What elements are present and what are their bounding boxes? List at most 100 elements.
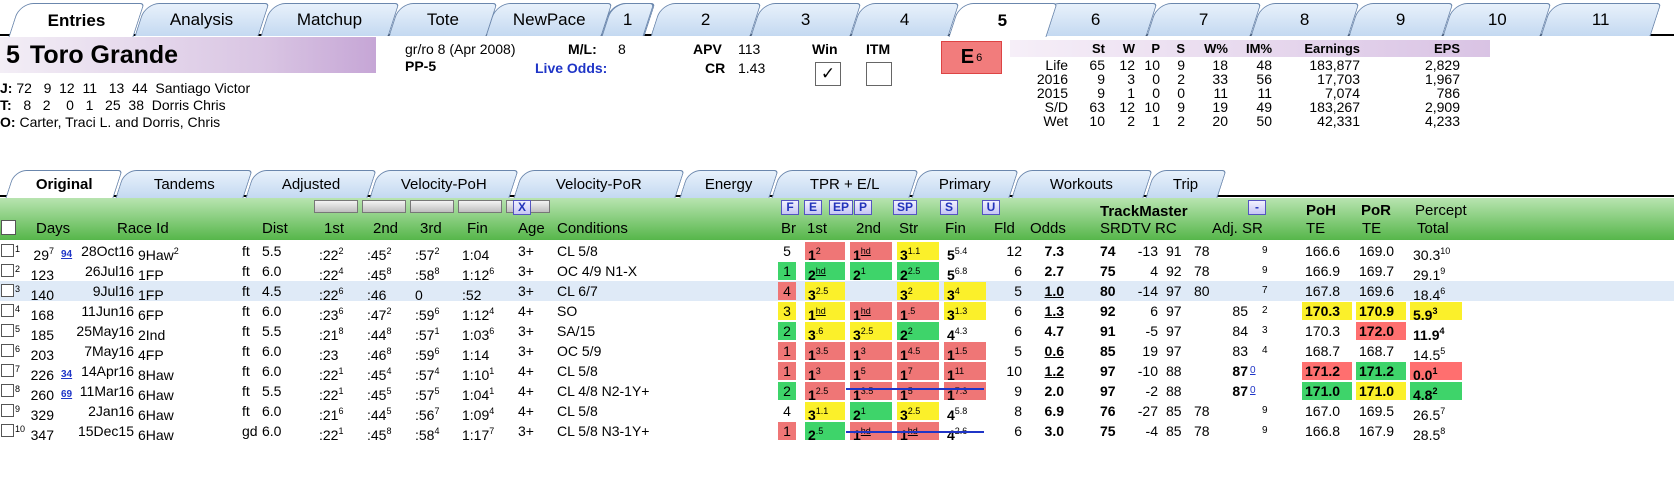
- view-tab-velocity-poh[interactable]: Velocity-PoH: [369, 170, 519, 198]
- column-header-age[interactable]: Age: [518, 220, 545, 237]
- sort-button-ep[interactable]: EP: [829, 200, 854, 215]
- column-filter-button[interactable]: [410, 200, 454, 213]
- row-checkbox[interactable]: [1, 364, 14, 377]
- view-tab-trip[interactable]: Trip: [1145, 170, 1227, 198]
- top-tab-tote[interactable]: Tote: [388, 3, 498, 36]
- column-header-cond[interactable]: Conditions: [557, 220, 628, 237]
- row-checkbox[interactable]: [1, 244, 14, 257]
- column-header-br[interactable]: Br: [781, 220, 796, 237]
- column-header-f3[interactable]: 3rd: [420, 220, 442, 237]
- column-header-adj[interactable]: Adj. SR: [1212, 220, 1263, 237]
- column-filter-button[interactable]: [314, 200, 358, 213]
- row-checkbox[interactable]: [1, 424, 14, 437]
- top-tab-8[interactable]: 8: [1250, 3, 1360, 36]
- column-header-f2[interactable]: 2nd: [373, 220, 398, 237]
- top-tab-analysis[interactable]: Analysis: [134, 3, 270, 36]
- itm-checkbox[interactable]: [866, 62, 892, 86]
- cell-adjn: 9: [1262, 245, 1268, 256]
- call-cf: 11.5: [944, 342, 986, 363]
- column-header-tm[interactable]: TrackMaster: [1100, 203, 1188, 220]
- win-checkbox[interactable]: ✓: [815, 62, 841, 86]
- column-header-poh[interactable]: PoH: [1306, 202, 1336, 219]
- view-tab-original[interactable]: Original: [5, 170, 123, 198]
- row-checkbox[interactable]: [1, 304, 14, 317]
- call-cf: 45.8: [947, 406, 968, 423]
- top-tab-2[interactable]: 2: [650, 3, 762, 36]
- table-row[interactable]: 3 140 9Jul16 1FP ft 4.5:226:46 0:52 3+ CL 6/7 4 32…: [0, 281, 1674, 303]
- row-checkbox[interactable]: [1, 384, 14, 397]
- table-row[interactable]: 5 185 25May16 2Ind ft 5.5:218:448:571 1:036 3+ S…: [0, 321, 1674, 343]
- sort-button-sp[interactable]: SP: [893, 200, 918, 215]
- top-tab-3[interactable]: 3: [750, 3, 862, 36]
- sort-button-s[interactable]: S: [940, 200, 958, 215]
- row-checkbox[interactable]: [1, 284, 14, 297]
- top-tab-5[interactable]: 5: [948, 3, 1058, 37]
- column-header-fld[interactable]: Fld: [994, 220, 1015, 237]
- cell-date: 25May16: [76, 323, 134, 339]
- table-row[interactable]: 2 123 26Jul16 1FP ft 6.0:224:458:588 1:126 3+ OC…: [0, 261, 1674, 283]
- top-tab-4[interactable]: 4: [850, 3, 960, 36]
- table-row[interactable]: 1 297 94 28Oct16 9Haw2 ft 5.5:222:452:572 1:04 3…: [0, 241, 1674, 263]
- column-header-cfin[interactable]: Fin: [945, 220, 966, 237]
- cell-cond: OC 4/9 N1-X: [557, 263, 638, 279]
- column-header-tmsub[interactable]: SRDTV RC: [1100, 220, 1177, 237]
- table-row[interactable]: 4 168 11Jun16 6FP ft 6.0:236:472:596 1:124 4+ SO…: [0, 301, 1674, 323]
- sort-button-x[interactable]: X: [513, 200, 531, 215]
- top-tab-entries[interactable]: Entries: [8, 3, 145, 37]
- row-number: 8: [15, 384, 21, 394]
- table-row[interactable]: 10 347 15Dec15 6Haw gd 6.0:221:458:584 1:177 3+…: [0, 421, 1674, 443]
- column-header-te2[interactable]: TE: [1362, 220, 1381, 237]
- sort-button-f[interactable]: F: [781, 200, 799, 215]
- column-header-fin[interactable]: Fin: [467, 220, 488, 237]
- view-tab-energy[interactable]: Energy: [679, 170, 779, 198]
- view-tab-adjusted[interactable]: Adjusted: [245, 170, 377, 198]
- table-row[interactable]: 9 329 2Jan16 6Haw ft 6.0:216:445:567 1:094 4+ CL…: [0, 401, 1674, 423]
- column-filter-button[interactable]: [458, 200, 502, 213]
- column-header-c1[interactable]: 1st: [807, 220, 827, 237]
- cell-adj: 84: [1232, 323, 1248, 339]
- column-header-tot[interactable]: Total: [1417, 220, 1449, 237]
- call-br: 1: [778, 262, 796, 280]
- row-number: 7: [15, 364, 21, 374]
- column-header-str[interactable]: Str: [899, 220, 918, 237]
- column-header-days[interactable]: Days: [36, 220, 70, 237]
- column-filter-button[interactable]: [362, 200, 406, 213]
- view-tab-tpr-e-l[interactable]: TPR + E/L: [771, 170, 919, 198]
- top-tab-11[interactable]: 11: [1540, 3, 1662, 36]
- row-checkbox[interactable]: [1, 264, 14, 277]
- view-tab-velocity-por[interactable]: Velocity-PoR: [513, 170, 685, 198]
- cell-cond: CL 5/8: [557, 243, 598, 259]
- top-tab-10[interactable]: 10: [1442, 3, 1552, 36]
- cell-por: 168.7: [1359, 343, 1395, 359]
- view-tab-workouts[interactable]: Workouts: [1011, 170, 1153, 198]
- top-tab-7[interactable]: 7: [1146, 3, 1262, 36]
- table-row[interactable]: 6 203 7May16 4FP ft 6.0:23:468:596 1:14 3+ OC 5/…: [0, 341, 1674, 363]
- call-cs: 1.5: [897, 302, 939, 323]
- column-header-c2[interactable]: 2nd: [856, 220, 881, 237]
- cell-percept: 26.57: [1413, 406, 1446, 423]
- select-all-checkbox[interactable]: [1, 220, 16, 235]
- sort-button-u[interactable]: U: [982, 200, 1000, 215]
- sort-button-p[interactable]: P: [854, 200, 872, 215]
- call-c2: 13: [850, 342, 892, 363]
- view-tab-primary[interactable]: Primary: [911, 170, 1019, 198]
- column-header-dist[interactable]: Dist: [262, 220, 288, 237]
- row-checkbox[interactable]: [1, 344, 14, 357]
- column-header-f1[interactable]: 1st: [324, 220, 344, 237]
- sort-button-e[interactable]: E: [804, 200, 822, 215]
- trip-marker-line: [846, 388, 984, 390]
- top-tab-9[interactable]: 9: [1348, 3, 1454, 36]
- top-tab-matchup[interactable]: Matchup: [260, 3, 400, 36]
- row-checkbox[interactable]: [1, 404, 14, 417]
- column-header-pct[interactable]: Percept: [1415, 202, 1467, 219]
- column-header-raceid[interactable]: Race Id: [117, 220, 169, 237]
- table-row[interactable]: 8 260 69 11Mar16 6Haw ft 5.5:221:455:575 1:041 4…: [0, 381, 1674, 403]
- column-header-por[interactable]: PoR: [1361, 202, 1391, 219]
- column-header-te1[interactable]: TE: [1306, 220, 1325, 237]
- column-header-odds[interactable]: Odds: [1030, 220, 1066, 237]
- table-row[interactable]: 7 226 34 14Apr16 8Haw ft 6.0:221:454:574 1:101 4…: [0, 361, 1674, 383]
- view-tab-tandems[interactable]: Tandems: [115, 170, 253, 198]
- sort-button--[interactable]: -: [1248, 200, 1266, 215]
- top-tab-newpace[interactable]: NewPace: [485, 3, 613, 36]
- row-checkbox[interactable]: [1, 324, 14, 337]
